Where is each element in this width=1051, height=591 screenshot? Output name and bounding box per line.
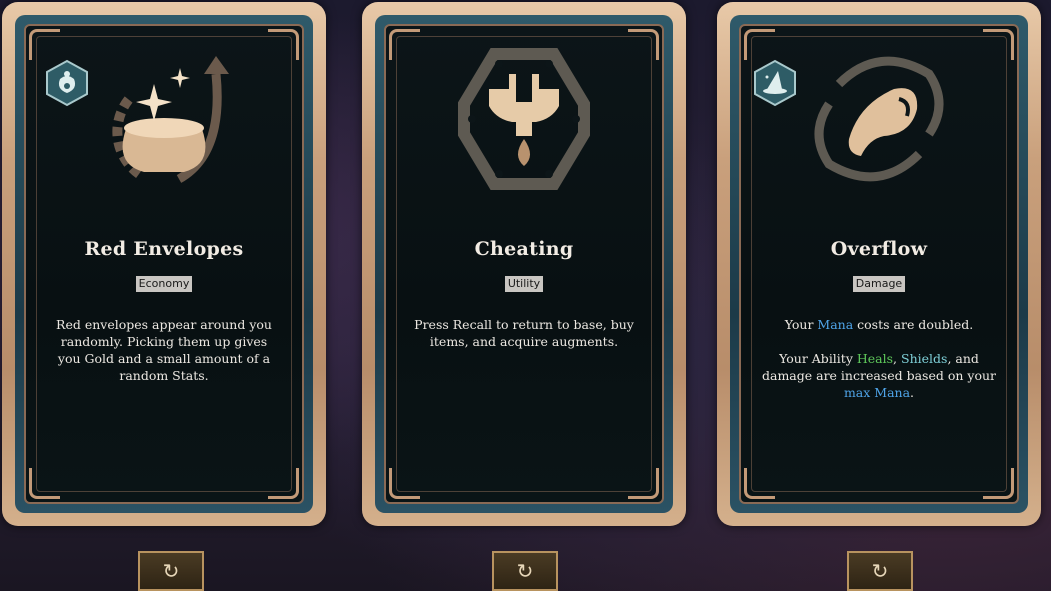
gold-pot-reroll-icon — [112, 56, 229, 183]
augment-card-overflow[interactable]: Overflow Damage Your Mana costs are doub… — [717, 2, 1041, 526]
card-title: Red Envelopes — [84, 238, 244, 260]
wizard-hat-icon — [754, 59, 796, 107]
card-tag: Utility — [504, 276, 544, 292]
card-tag: Economy — [135, 276, 193, 292]
mana-keyword: Mana — [817, 317, 854, 332]
card-title: Cheating — [474, 238, 574, 260]
augment-card-cheating[interactable]: Cheating Utility Press Recall to return … — [362, 2, 686, 526]
reroll-icon: ↻ — [162, 559, 180, 583]
max-mana-keyword: max Mana — [843, 385, 911, 400]
mana-swirl-icon — [814, 56, 944, 182]
augment-card-red-envelopes[interactable]: Red Envelopes Economy Red envelopes appe… — [2, 2, 326, 526]
reroll-button[interactable]: ↻ — [492, 551, 558, 591]
reroll-button[interactable]: ↻ — [138, 551, 204, 591]
reroll-icon: ↻ — [516, 559, 534, 583]
card-description: Press Recall to return to base, buy item… — [414, 317, 634, 349]
card-tag: Damage — [852, 276, 906, 292]
heals-keyword: Heals — [856, 351, 894, 366]
card-description: Your Mana costs are doubled. Your Abilit… — [755, 316, 1003, 418]
desc-line-1: Your Mana costs are doubled. — [784, 317, 974, 332]
card-description: Red envelopes appear around you randomly… — [56, 317, 272, 383]
shields-keyword: Shields — [901, 351, 948, 366]
reroll-button[interactable]: ↻ — [847, 551, 913, 591]
wrench-hexagon-icon — [458, 48, 590, 190]
reroll-icon: ↻ — [871, 559, 889, 583]
desc-line-2: Your Ability Heals, Shields, and damage … — [762, 351, 996, 400]
card-title: Overflow — [830, 238, 928, 260]
